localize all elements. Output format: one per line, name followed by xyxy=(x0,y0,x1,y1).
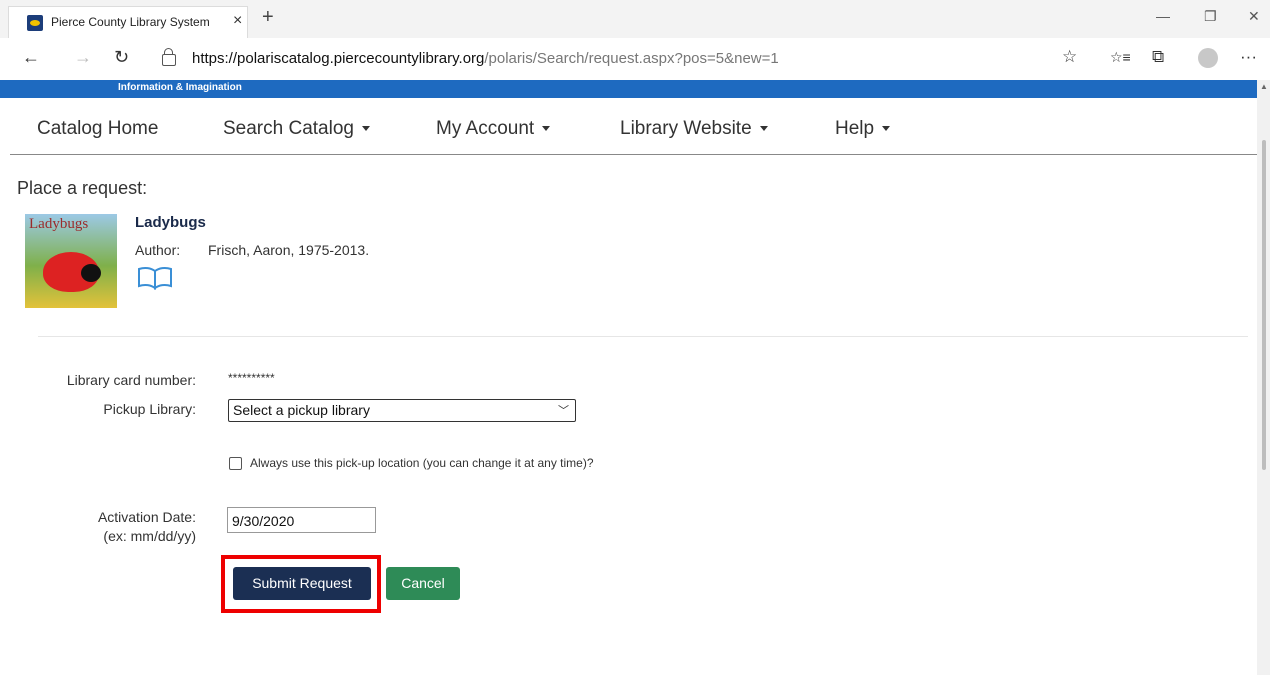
pickup-library-select[interactable]: Select a pickup library ﹀ xyxy=(228,399,576,422)
caret-down-icon xyxy=(361,126,370,132)
browser-tab[interactable]: Pierce County Library System × xyxy=(8,6,248,38)
new-tab-icon[interactable]: + xyxy=(262,6,274,29)
favorites-icon[interactable]: ☆≡ xyxy=(1110,49,1131,66)
activation-date-input[interactable]: 9/30/2020 xyxy=(227,507,376,533)
favorite-star-icon[interactable]: ☆ xyxy=(1062,47,1077,67)
section-divider xyxy=(38,336,1248,337)
nav-my-account-label: My Account xyxy=(436,118,535,139)
caret-down-icon xyxy=(882,126,891,132)
page-title: Place a request: xyxy=(17,178,148,198)
author-value: Frisch, Aaron, 1975-2013. xyxy=(208,242,370,258)
tab-title: Pierce County Library System xyxy=(51,15,210,29)
pickup-library-label: Pickup Library: xyxy=(103,401,196,417)
site-banner: Information & Imagination xyxy=(0,80,1257,98)
chevron-down-icon: ﹀ xyxy=(558,405,569,417)
browser-titlebar: Pierce County Library System × + — ❐ ✕ xyxy=(0,0,1270,38)
window-close-icon[interactable]: ✕ xyxy=(1248,8,1260,25)
always-use-pickup-checkbox[interactable] xyxy=(229,457,242,470)
url-host: https://polariscatalog.piercecountylibra… xyxy=(192,50,485,67)
cancel-button[interactable]: Cancel xyxy=(386,567,460,600)
back-icon[interactable]: ← xyxy=(22,47,40,68)
author-label: Author: xyxy=(135,242,181,258)
url-text[interactable]: https://polariscatalog.piercecountylibra… xyxy=(192,50,779,67)
pickup-library-selected: Select a pickup library xyxy=(233,402,370,418)
lock-icon[interactable] xyxy=(162,48,176,66)
activation-date-value: 9/30/2020 xyxy=(232,513,295,529)
always-use-pickup-label[interactable]: Always use this pick-up location (you ca… xyxy=(250,455,630,471)
book-format-icon xyxy=(138,266,172,290)
more-icon[interactable]: ··· xyxy=(1240,47,1257,67)
scroll-up-icon[interactable]: ▲ xyxy=(1260,82,1268,91)
nav-help[interactable]: Help xyxy=(835,118,891,140)
nav-help-label: Help xyxy=(835,118,875,139)
forward-icon: → xyxy=(74,47,92,67)
nav-search-catalog-label: Search Catalog xyxy=(223,118,354,139)
url-path: /polaris/Search/request.aspx?pos=5&new=1 xyxy=(484,50,779,67)
address-bar-row: ← → ↻ https://polariscatalog.piercecount… xyxy=(0,38,1270,81)
library-favicon-icon xyxy=(27,15,43,31)
caret-down-icon xyxy=(759,126,768,132)
activation-date-hint: (ex: mm/dd/yy) xyxy=(103,528,196,544)
item-title[interactable]: Ladybugs xyxy=(135,214,206,231)
minimize-icon[interactable]: — xyxy=(1156,8,1170,24)
nav-library-website-label: Library Website xyxy=(620,118,752,139)
nav-my-account[interactable]: My Account xyxy=(436,118,551,140)
submit-request-button[interactable]: Submit Request xyxy=(233,567,371,600)
caret-down-icon xyxy=(542,126,551,132)
catalog-nav: Catalog Home Search Catalog My Account L… xyxy=(10,98,1257,155)
card-number-value: ********** xyxy=(228,371,275,385)
book-cover-image[interactable]: Ladybugs xyxy=(25,214,117,308)
restore-icon[interactable]: ❐ xyxy=(1204,8,1217,25)
close-tab-icon[interactable]: × xyxy=(233,12,242,30)
refresh-icon[interactable]: ↻ xyxy=(114,47,129,68)
banner-tagline: Information & Imagination xyxy=(118,82,242,93)
address-bar[interactable]: https://polariscatalog.piercecountylibra… xyxy=(150,44,1090,74)
card-number-label: Library card number: xyxy=(66,372,196,388)
page-scrollbar[interactable]: ▲ xyxy=(1257,80,1270,675)
nav-library-website[interactable]: Library Website xyxy=(620,118,768,140)
activation-date-label: Activation Date: xyxy=(97,509,196,525)
nav-search-catalog[interactable]: Search Catalog xyxy=(223,118,370,140)
ladybug-illustration xyxy=(43,252,101,292)
profile-avatar[interactable] xyxy=(1198,48,1218,68)
nav-catalog-home[interactable]: Catalog Home xyxy=(37,118,158,140)
scrollbar-thumb[interactable] xyxy=(1262,140,1266,470)
cover-title: Ladybugs xyxy=(29,216,89,232)
collections-icon[interactable]: ⧉ xyxy=(1152,47,1164,67)
